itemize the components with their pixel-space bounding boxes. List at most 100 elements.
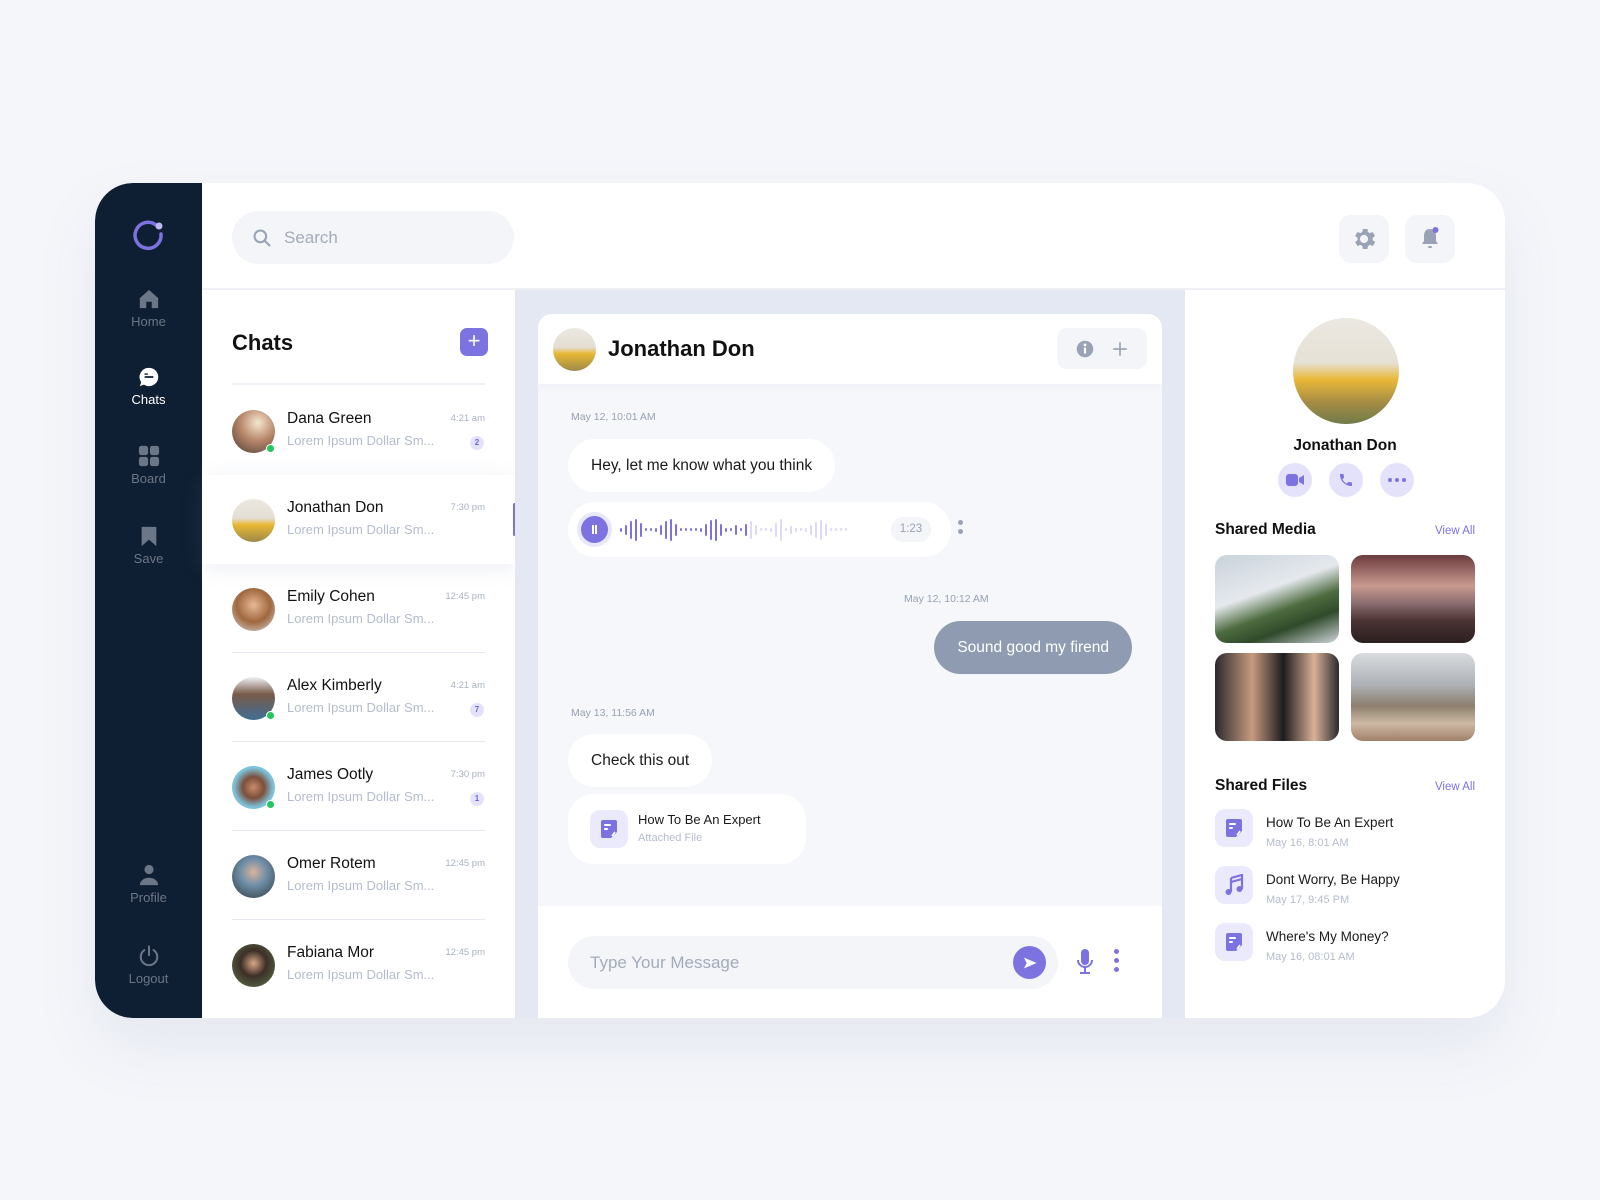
waveform-bar bbox=[710, 519, 712, 540]
settings-button[interactable] bbox=[1339, 215, 1389, 263]
avatar bbox=[232, 588, 275, 631]
message-time: 12:45 pm bbox=[445, 947, 485, 958]
info-button[interactable] bbox=[1076, 340, 1094, 358]
sidebar-item-board[interactable]: Board bbox=[95, 445, 202, 486]
voice-record-button[interactable] bbox=[1075, 948, 1095, 981]
file-icon-box bbox=[1215, 923, 1253, 961]
chat-list-item[interactable]: Emily Cohen Lorem Ipsum Dollar Sm... 12:… bbox=[202, 564, 515, 653]
message-time: 7:30 pm bbox=[450, 769, 485, 780]
shared-files-view-all-link[interactable]: View All bbox=[1435, 781, 1475, 793]
contact-name: Emily Cohen bbox=[287, 588, 375, 605]
sidebar-item-label: Home bbox=[131, 314, 166, 329]
app-logo-icon bbox=[133, 220, 163, 251]
waveform-bar bbox=[820, 519, 822, 540]
waveform-bar bbox=[815, 521, 817, 538]
sidebar-item-profile[interactable]: Profile bbox=[95, 864, 202, 905]
waveform-bar bbox=[755, 524, 757, 535]
waveform-bar bbox=[805, 527, 807, 532]
sidebar-item-label: Board bbox=[131, 471, 166, 486]
waveform-bar bbox=[620, 527, 622, 532]
waveform-bar bbox=[775, 522, 777, 537]
shared-file-item[interactable]: Where's My Money? May 16, 08:01 AM bbox=[1215, 923, 1475, 971]
waveform-bar bbox=[745, 523, 747, 536]
file-title: How To Be An Expert bbox=[638, 812, 761, 827]
message-composer bbox=[538, 906, 1162, 1018]
waveform-bar bbox=[675, 523, 677, 536]
voice-message-menu-button[interactable] bbox=[958, 520, 963, 534]
video-call-button[interactable] bbox=[1278, 463, 1312, 497]
contact-name: Alex Kimberly bbox=[287, 677, 382, 694]
waveform-bar bbox=[840, 528, 842, 531]
shared-media-view-all-link[interactable]: View All bbox=[1435, 525, 1475, 537]
shared-media-thumbnail[interactable] bbox=[1215, 653, 1339, 741]
file-subtitle: Attached File bbox=[638, 832, 703, 844]
more-icon bbox=[1388, 478, 1406, 482]
logout-button[interactable]: Logout bbox=[95, 945, 202, 986]
incoming-message: Hey, let me know what you think bbox=[568, 439, 836, 492]
avatar bbox=[232, 499, 275, 542]
voice-call-button[interactable] bbox=[1329, 463, 1363, 497]
waveform-bar bbox=[670, 518, 672, 541]
video-icon bbox=[1286, 474, 1304, 486]
contact-name: Omer Rotem bbox=[287, 855, 376, 872]
waveform-bar bbox=[750, 520, 752, 539]
pause-button[interactable] bbox=[581, 516, 608, 543]
more-actions-button[interactable] bbox=[1380, 463, 1414, 497]
sidebar-item-chats[interactable]: Chats bbox=[95, 366, 202, 407]
waveform-bar bbox=[795, 527, 797, 532]
header-actions bbox=[1057, 328, 1147, 369]
contact-name: James Ootly bbox=[287, 766, 374, 783]
new-chat-button[interactable]: + bbox=[460, 328, 488, 356]
waveform-bar bbox=[830, 528, 832, 531]
search-input[interactable] bbox=[284, 227, 484, 248]
file-date: May 16, 8:01 AM bbox=[1266, 837, 1349, 849]
search-box[interactable] bbox=[232, 211, 514, 264]
grid-icon bbox=[138, 445, 159, 467]
chat-list-item[interactable]: Dana Green Lorem Ipsum Dollar Sm... 4:21… bbox=[202, 386, 515, 475]
waveform-bar bbox=[835, 528, 837, 531]
waveform-bar bbox=[845, 528, 847, 531]
chat-list-item[interactable]: Omer Rotem Lorem Ipsum Dollar Sm... 12:4… bbox=[202, 831, 515, 920]
shared-media-thumbnail[interactable] bbox=[1351, 555, 1475, 643]
notifications-button[interactable] bbox=[1405, 215, 1455, 263]
sidebar-item-home[interactable]: Home bbox=[95, 288, 202, 329]
add-button[interactable] bbox=[1111, 340, 1129, 358]
contact-name: Jonathan Don bbox=[608, 336, 755, 361]
file-title: How To Be An Expert bbox=[1266, 815, 1394, 830]
file-icon-box bbox=[1215, 809, 1253, 847]
chat-list-item[interactable]: Alex Kimberly Lorem Ipsum Dollar Sm... 4… bbox=[202, 653, 515, 742]
plus-icon bbox=[1112, 341, 1127, 356]
unread-badge: 2 bbox=[470, 436, 484, 450]
waveform-bar bbox=[825, 523, 827, 536]
music-icon bbox=[1225, 874, 1244, 895]
send-button[interactable] bbox=[1013, 946, 1046, 979]
profile-name: Jonathan Don bbox=[1293, 437, 1397, 454]
audio-waveform[interactable] bbox=[620, 514, 847, 545]
unread-badge: 1 bbox=[470, 792, 484, 806]
chat-list-panel: Chats + Dana Green Lorem Ipsum Dollar Sm… bbox=[202, 290, 516, 1018]
voice-duration: 1:23 bbox=[891, 517, 931, 542]
waveform-bar bbox=[705, 523, 707, 536]
file-attachment[interactable]: How To Be An Expert Attached File bbox=[568, 794, 806, 864]
chat-list-item-active[interactable]: Jonathan Don Lorem Ipsum Dollar Sm... 7:… bbox=[202, 475, 516, 564]
sidebar-item-save[interactable]: Save bbox=[95, 525, 202, 566]
online-indicator bbox=[266, 444, 275, 453]
chat-list-item[interactable]: James Ootly Lorem Ipsum Dollar Sm... 7:3… bbox=[202, 742, 515, 831]
avatar bbox=[232, 855, 275, 898]
waveform-bar bbox=[720, 523, 722, 536]
shared-file-item[interactable]: Dont Worry, Be Happy May 17, 9:45 PM bbox=[1215, 866, 1475, 914]
message-input-box[interactable] bbox=[568, 936, 1058, 989]
file-title: Dont Worry, Be Happy bbox=[1266, 872, 1400, 887]
shared-file-item[interactable]: How To Be An Expert May 16, 8:01 AM bbox=[1215, 809, 1475, 857]
message-input[interactable] bbox=[590, 952, 990, 973]
online-indicator bbox=[266, 711, 275, 720]
waveform-bar bbox=[730, 528, 732, 531]
shared-media-thumbnail[interactable] bbox=[1215, 555, 1339, 643]
message-preview: Lorem Ipsum Dollar Sm... bbox=[287, 967, 435, 982]
send-icon bbox=[1023, 957, 1037, 968]
shared-media-thumbnail[interactable] bbox=[1351, 653, 1475, 741]
message-timestamp: May 12, 10:01 AM bbox=[571, 411, 656, 423]
chat-list-item[interactable]: Fabiana Mor Lorem Ipsum Dollar Sm... 12:… bbox=[202, 920, 515, 1009]
more-options-button[interactable] bbox=[1114, 949, 1119, 972]
contact-avatar[interactable] bbox=[553, 328, 596, 371]
